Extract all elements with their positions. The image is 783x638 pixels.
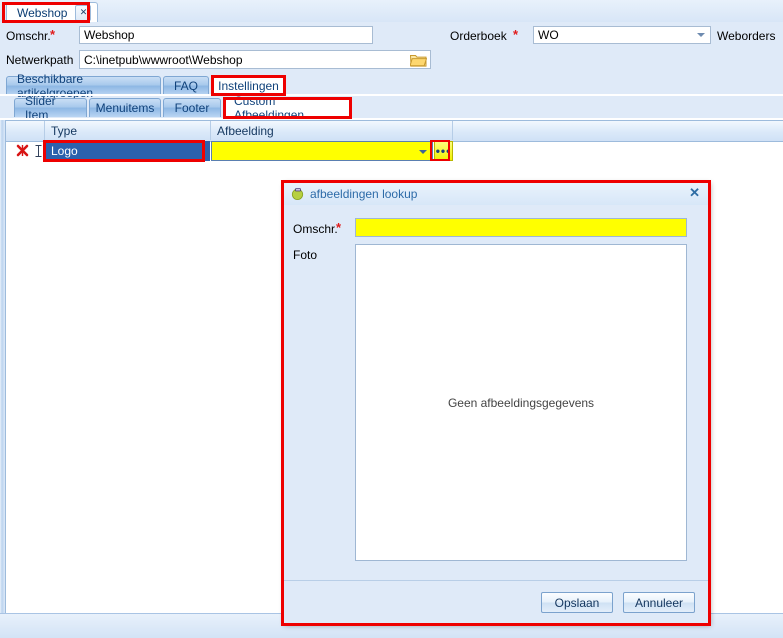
dialog-body: Omschr. * Foto Geen afbeeldingsgegevens (283, 205, 708, 580)
cancel-button[interactable]: Annuleer (623, 592, 695, 613)
dialog-omschr-required-marker: * (336, 220, 342, 235)
afbeelding-lookup-button[interactable]: ••• (434, 141, 453, 161)
grid-header-indicator (6, 121, 45, 140)
table-row[interactable]: Logo ••• (6, 141, 783, 161)
tab-label: FAQ (174, 79, 199, 93)
tab-footer[interactable]: Footer (163, 98, 221, 117)
grid-cell-type[interactable]: Logo (45, 141, 210, 161)
edit-row-icon (35, 145, 42, 157)
dialog-foto-empty-text: Geen afbeeldingsgegevens (447, 395, 595, 410)
document-tab-webshop[interactable]: Webshop ✕ (6, 2, 99, 22)
orderboek-label: Orderboek (450, 29, 507, 43)
grid-cell-value: Logo (51, 144, 78, 158)
chevron-down-icon[interactable] (697, 33, 705, 37)
orderboek-select-value: WO (538, 28, 559, 42)
dialog-omschr-input[interactable] (355, 218, 687, 237)
dialog-footer: Opslaan Annuleer (283, 581, 708, 623)
dialog-titlebar[interactable]: afbeeldingen lookup ✕ (283, 182, 708, 205)
tab-faq[interactable]: FAQ (163, 76, 209, 95)
dialog-title-text: afbeeldingen lookup (310, 186, 418, 201)
omschr-input-value: Webshop (84, 28, 135, 42)
tab-instellingen[interactable]: Instellingen (211, 76, 286, 95)
close-icon[interactable]: ✕ (75, 4, 92, 21)
grid-header-row: Type Afbeelding (6, 120, 783, 142)
delete-row-icon[interactable] (16, 144, 29, 157)
dialog-omschr-label: Omschr. (293, 222, 338, 236)
netwerkpath-input-value: C:\inetpub\wwwroot\Webshop (84, 52, 243, 67)
header-form: Omschr. * Webshop Orderboek * WO Weborde… (0, 22, 783, 74)
tab-menuitems[interactable]: Menuitems (89, 98, 161, 117)
dialog-foto-preview[interactable]: Geen afbeeldingsgegevens (355, 244, 687, 561)
document-tabstrip: Webshop ✕ (0, 0, 783, 23)
grid-header-label: Afbeelding (217, 123, 274, 138)
omschr-required-marker: * (50, 27, 56, 42)
grid-header-afbeelding[interactable]: Afbeelding (211, 121, 453, 140)
close-icon[interactable]: ✕ (689, 186, 700, 200)
afbeelding-select[interactable] (211, 141, 433, 161)
orderboek-required-marker: * (513, 27, 519, 42)
netwerkpath-input[interactable]: C:\inetpub\wwwroot\Webshop (79, 50, 431, 69)
image-lookup-icon (291, 187, 304, 200)
grid-header-label: Type (51, 123, 78, 138)
orderboek-select[interactable]: WO (533, 26, 711, 44)
primary-tab-bar: Beschikbare artikelgroepen FAQ Instellin… (0, 72, 783, 100)
tab-label: Footer (174, 101, 210, 115)
grid-header-filler (453, 121, 783, 140)
secondary-tab-bar: Slider Item Menuitems Footer Custom Afbe… (0, 94, 783, 122)
grid-header-type[interactable]: Type (45, 121, 211, 140)
application-window: Webshop ✕ Omschr. * Webshop Orderboek * … (0, 0, 783, 638)
netwerkpath-label: Netwerkpath (6, 53, 74, 67)
omschr-label: Omschr. (6, 29, 51, 43)
chevron-down-icon[interactable] (419, 150, 427, 154)
tab-beschikbare-artikelgroepen[interactable]: Beschikbare artikelgroepen (6, 72, 161, 100)
save-button[interactable]: Opslaan (541, 592, 613, 613)
tab-custom-afbeeldingen[interactable]: Custom Afbeeldingen (223, 94, 351, 122)
document-tab-label: Webshop (17, 5, 68, 20)
tab-label: Slider Item (25, 94, 56, 122)
omschr-input[interactable]: Webshop (79, 26, 373, 44)
tab-label: Menuitems (95, 101, 155, 115)
afbeeldingen-lookup-dialog: afbeeldingen lookup ✕ Omschr. * Foto Gee… (282, 181, 709, 624)
folder-icon[interactable] (409, 53, 428, 67)
tab-slider-item[interactable]: Slider Item (14, 94, 87, 122)
tab-label: Custom Afbeeldingen (234, 93, 305, 122)
dialog-foto-label: Foto (293, 248, 318, 262)
tab-label: Instellingen (218, 78, 279, 93)
weborders-label: Weborders (717, 29, 776, 43)
